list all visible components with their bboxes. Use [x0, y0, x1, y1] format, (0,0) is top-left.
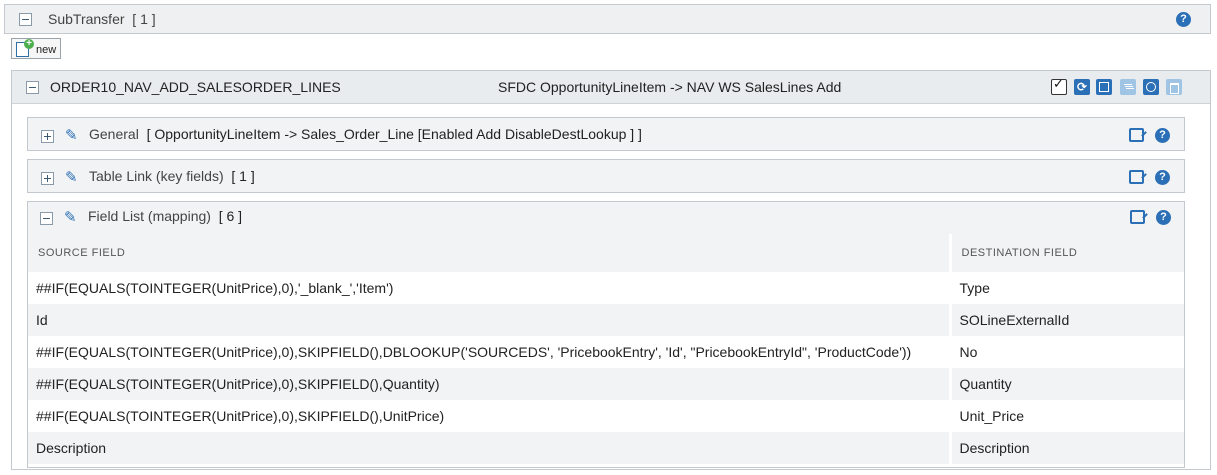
collapse-subtransfer-toggle[interactable]: [19, 13, 32, 26]
table-row[interactable]: Id SOLineExternalId: [28, 304, 1184, 336]
destination-field-cell: Quantity: [950, 368, 1184, 400]
order-header: ORDER10_NAV_ADD_SALESORDER_LINES SFDC Op…: [12, 71, 1210, 104]
source-field-cell: ##IF(EQUALS(TOINTEGER(UnitPrice),0),SKIP…: [28, 336, 952, 368]
destination-field-cell: Unit_Price: [959, 408, 1025, 424]
collapse-order-toggle[interactable]: [26, 81, 39, 94]
help-icon[interactable]: ?: [1155, 128, 1170, 143]
refresh-icon[interactable]: ⟳: [1074, 79, 1090, 95]
subtransfer-title-text: SubTransfer: [48, 11, 125, 27]
table-link-summary: [ 1 ]: [231, 168, 255, 184]
edit-icon[interactable]: [1129, 128, 1144, 142]
table-row[interactable]: ##IF(EQUALS(TOINTEGER(UnitPrice),0),SKIP…: [28, 336, 1184, 368]
subtransfer-title: SubTransfer [ 1 ]: [48, 11, 156, 27]
new-button[interactable]: + new: [11, 38, 61, 59]
new-button-label: new: [36, 44, 57, 56]
filter-icon[interactable]: [1120, 79, 1136, 95]
pencil-icon[interactable]: ✎: [65, 127, 81, 143]
mapping-header-row: SOURCE FIELD DESTINATION FIELD: [28, 234, 1184, 272]
source-field-header: SOURCE FIELD: [28, 234, 952, 272]
window-icon[interactable]: [1096, 79, 1112, 95]
destination-field-cell: No: [959, 344, 978, 360]
expand-table-link-toggle[interactable]: [41, 172, 54, 185]
subtransfer-header: SubTransfer [ 1 ] ?: [4, 4, 1211, 34]
table-row[interactable]: ##IF(EQUALS(TOINTEGER(UnitPrice),0),'_bl…: [28, 272, 1184, 304]
field-list-section-title: Field List (mapping) [ 6 ]: [88, 208, 242, 224]
table-link-section-title: Table Link (key fields) [ 1 ]: [89, 168, 255, 184]
check-icon[interactable]: [1051, 77, 1067, 95]
help-icon[interactable]: ?: [1176, 12, 1191, 27]
field-list-title-text: Field List (mapping): [88, 208, 211, 224]
table-link-title-text: Table Link (key fields): [89, 168, 224, 184]
source-field-cell: Description: [28, 432, 952, 464]
subtransfer-count: [ 1 ]: [132, 11, 156, 27]
help-icon[interactable]: ?: [1155, 170, 1170, 185]
source-field-cell: Id: [28, 304, 952, 336]
source-field-cell: ##IF(EQUALS(TOINTEGER(UnitPrice),0),'_bl…: [28, 272, 952, 304]
general-section: ✎ General [ OpportunityLineItem -> Sales…: [27, 117, 1185, 151]
order-name: ORDER10_NAV_ADD_SALESORDER_LINES: [50, 79, 341, 95]
table-row[interactable]: Description Description: [28, 432, 1184, 464]
plus-icon: +: [24, 39, 34, 49]
destination-field-cell: Description: [950, 432, 1184, 464]
source-field-cell: ##IF(EQUALS(TOINTEGER(UnitPrice),0),SKIP…: [28, 400, 952, 432]
pencil-icon[interactable]: ✎: [64, 209, 80, 225]
trash-icon[interactable]: [1166, 79, 1182, 95]
edit-icon[interactable]: [1129, 170, 1144, 184]
edit-icon[interactable]: [1130, 210, 1145, 224]
destination-field-cell: Type: [959, 280, 990, 296]
clock-icon[interactable]: [1143, 79, 1159, 95]
source-field-cell: ##IF(EQUALS(TOINTEGER(UnitPrice),0),SKIP…: [28, 368, 952, 400]
collapse-field-list-toggle[interactable]: [40, 212, 53, 225]
field-list-header: ✎ Field List (mapping) [ 6 ] ?: [28, 202, 1184, 234]
expand-general-toggle[interactable]: [41, 130, 54, 143]
destination-field-cell: SOLineExternalId: [950, 304, 1184, 336]
help-icon[interactable]: ?: [1156, 210, 1171, 225]
destination-field-header: DESTINATION FIELD: [950, 234, 1184, 272]
mapping-table: SOURCE FIELD DESTINATION FIELD ##IF(EQUA…: [28, 234, 1184, 464]
pencil-icon[interactable]: ✎: [65, 169, 81, 185]
table-link-section: ✎ Table Link (key fields) [ 1 ] ?: [27, 159, 1185, 193]
table-row[interactable]: ##IF(EQUALS(TOINTEGER(UnitPrice),0),SKIP…: [28, 368, 1184, 400]
order-description: SFDC OpportunityLineItem -> NAV WS Sales…: [498, 79, 842, 95]
general-title-text: General: [89, 126, 139, 142]
field-list-summary: [ 6 ]: [218, 208, 243, 224]
general-section-title: General [ OpportunityLineItem -> Sales_O…: [89, 126, 642, 142]
table-row[interactable]: ##IF(EQUALS(TOINTEGER(UnitPrice),0),SKIP…: [28, 400, 1184, 432]
general-summary: [ OpportunityLineItem -> Sales_Order_Lin…: [146, 126, 642, 142]
